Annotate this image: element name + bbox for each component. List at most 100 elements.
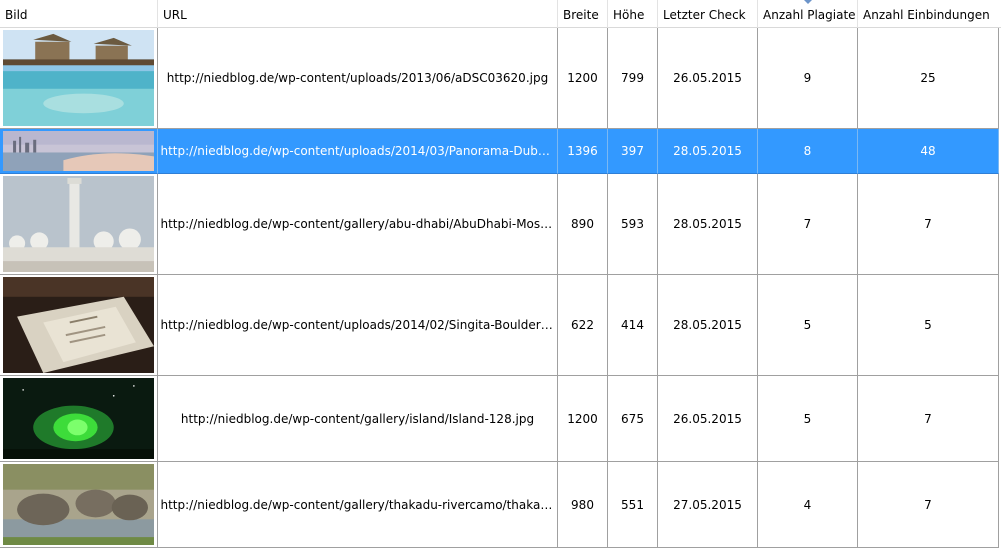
table-row[interactable]: http://niedblog.de/wp-content/uploads/20… xyxy=(0,28,1001,129)
column-header-hoehe[interactable]: Höhe xyxy=(608,0,658,28)
column-header-label: Anzahl Plagiate xyxy=(763,8,856,22)
hoehe-value: 675 xyxy=(621,411,644,426)
letzter-check-cell[interactable]: 28.05.2015 xyxy=(658,275,758,376)
breite-value: 1396 xyxy=(567,144,598,158)
breite-value: 622 xyxy=(571,318,594,332)
letzter-check-cell[interactable]: 26.05.2015 xyxy=(658,28,758,129)
breite-cell[interactable]: 890 xyxy=(558,174,608,275)
anzahl-plagiate-value: 5 xyxy=(803,318,812,332)
url-cell[interactable]: http://niedblog.de/wp-content/uploads/20… xyxy=(158,129,558,174)
overwater-villa-image xyxy=(3,30,154,126)
hoehe-cell[interactable]: 414 xyxy=(608,275,658,376)
thumbnail-cell[interactable] xyxy=(0,28,158,129)
anzahl-einbindungen-value: 48 xyxy=(920,144,936,158)
column-header-anzahl-einbindungen[interactable]: Anzahl Einbindungen xyxy=(858,0,1001,28)
table-row[interactable]: http://niedblog.de/wp-content/gallery/ab… xyxy=(0,174,1001,275)
letzter-check-value: 28.05.2015 xyxy=(673,217,742,231)
thumbnail-cell[interactable] xyxy=(0,376,158,462)
table-row[interactable]: http://niedblog.de/wp-content/gallery/th… xyxy=(0,462,1001,548)
anzahl-einbindungen-cell[interactable]: 5 xyxy=(858,275,999,376)
column-header-label: Höhe xyxy=(613,8,645,22)
anzahl-plagiate-cell[interactable]: 5 xyxy=(758,376,858,462)
column-header-label: Letzter Check xyxy=(663,8,746,22)
table-row[interactable]: http://niedblog.de/wp-content/uploads/20… xyxy=(0,275,1001,376)
letzter-check-cell[interactable]: 26.05.2015 xyxy=(658,376,758,462)
letzter-check-value: 27.05.2015 xyxy=(673,497,742,512)
breite-value: 980 xyxy=(571,497,594,512)
url-cell[interactable]: http://niedblog.de/wp-content/uploads/20… xyxy=(158,275,558,376)
breite-value: 1200 xyxy=(567,411,598,426)
column-header-label: URL xyxy=(163,8,187,22)
anzahl-einbindungen-cell[interactable]: 25 xyxy=(858,28,999,129)
anzahl-plagiate-value: 7 xyxy=(803,217,812,231)
anzahl-plagiate-cell[interactable]: 7 xyxy=(758,174,858,275)
url-cell[interactable]: http://niedblog.de/wp-content/gallery/ab… xyxy=(158,174,558,275)
breite-cell[interactable]: 622 xyxy=(558,275,608,376)
thumbnail-cell[interactable] xyxy=(0,129,158,174)
column-header-letzter-check[interactable]: Letzter Check xyxy=(658,0,758,28)
breite-cell[interactable]: 1200 xyxy=(558,376,608,462)
hoehe-value: 414 xyxy=(621,318,644,332)
column-header-breite[interactable]: Breite xyxy=(558,0,608,28)
column-header-bild[interactable]: Bild xyxy=(0,0,158,28)
hoehe-cell[interactable]: 593 xyxy=(608,174,658,275)
thumbnail-cell[interactable] xyxy=(0,462,158,548)
anzahl-einbindungen-value: 7 xyxy=(924,411,932,426)
url-cell[interactable]: http://niedblog.de/wp-content/uploads/20… xyxy=(158,28,558,129)
url-text: http://niedblog.de/wp-content/uploads/20… xyxy=(166,71,549,85)
anzahl-einbindungen-cell[interactable]: 7 xyxy=(858,376,999,462)
hoehe-cell[interactable]: 799 xyxy=(608,28,658,129)
menu-card-image xyxy=(3,277,154,373)
breite-value: 1200 xyxy=(567,71,598,85)
anzahl-plagiate-cell[interactable]: 8 xyxy=(758,129,858,174)
anzahl-einbindungen-cell[interactable]: 7 xyxy=(858,174,999,275)
url-cell[interactable]: http://niedblog.de/wp-content/gallery/th… xyxy=(158,462,558,548)
column-header-label: Anzahl Einbindungen xyxy=(863,8,990,22)
anzahl-einbindungen-cell[interactable]: 48 xyxy=(858,129,999,174)
breite-cell[interactable]: 1200 xyxy=(558,28,608,129)
anzahl-einbindungen-value: 5 xyxy=(924,318,932,332)
breite-value: 890 xyxy=(571,217,594,231)
anzahl-plagiate-value: 5 xyxy=(803,411,812,426)
anzahl-einbindungen-cell[interactable]: 7 xyxy=(858,462,999,548)
hoehe-cell[interactable]: 397 xyxy=(608,129,658,174)
elephants-image xyxy=(3,464,154,545)
url-text: http://niedblog.de/wp-content/uploads/20… xyxy=(160,318,555,332)
hoehe-value: 551 xyxy=(621,497,644,512)
hoehe-cell[interactable]: 551 xyxy=(608,462,658,548)
dubai-panorama-image xyxy=(3,131,154,171)
letzter-check-value: 28.05.2015 xyxy=(673,144,742,158)
url-text: http://niedblog.de/wp-content/gallery/ab… xyxy=(160,217,555,231)
anzahl-plagiate-value: 8 xyxy=(803,144,812,158)
hoehe-cell[interactable]: 675 xyxy=(608,376,658,462)
mosque-image xyxy=(3,176,154,272)
hoehe-value: 799 xyxy=(621,71,644,85)
column-header-label: Breite xyxy=(563,8,599,22)
anzahl-einbindungen-value: 7 xyxy=(924,497,932,512)
hoehe-value: 397 xyxy=(621,144,644,158)
anzahl-einbindungen-value: 7 xyxy=(924,217,932,231)
hoehe-value: 593 xyxy=(621,217,644,231)
table-row-selected[interactable]: http://niedblog.de/wp-content/uploads/20… xyxy=(0,129,1001,174)
letzter-check-cell[interactable]: 27.05.2015 xyxy=(658,462,758,548)
column-header-url[interactable]: URL xyxy=(158,0,558,28)
anzahl-plagiate-cell[interactable]: 5 xyxy=(758,275,858,376)
breite-cell[interactable]: 980 xyxy=(558,462,608,548)
thumbnail-cell[interactable] xyxy=(0,174,158,275)
column-header-anzahl-plagiate[interactable]: Anzahl Plagiate xyxy=(758,0,858,28)
table-row[interactable]: http://niedblog.de/wp-content/gallery/is… xyxy=(0,376,1001,462)
anzahl-einbindungen-value: 25 xyxy=(920,71,936,85)
column-header-label: Bild xyxy=(5,8,28,22)
image-table: Bild URL Breite Höhe Letzter Check Anzah… xyxy=(0,0,1001,548)
url-text: http://niedblog.de/wp-content/uploads/20… xyxy=(160,144,555,158)
letzter-check-cell[interactable]: 28.05.2015 xyxy=(658,129,758,174)
breite-cell[interactable]: 1396 xyxy=(558,129,608,174)
anzahl-plagiate-cell[interactable]: 9 xyxy=(758,28,858,129)
thumbnail-cell[interactable] xyxy=(0,275,158,376)
url-cell[interactable]: http://niedblog.de/wp-content/gallery/is… xyxy=(158,376,558,462)
anzahl-plagiate-cell[interactable]: 4 xyxy=(758,462,858,548)
aurora-image xyxy=(3,378,154,459)
letzter-check-value: 26.05.2015 xyxy=(673,71,742,85)
letzter-check-cell[interactable]: 28.05.2015 xyxy=(658,174,758,275)
anzahl-plagiate-value: 4 xyxy=(803,497,812,512)
